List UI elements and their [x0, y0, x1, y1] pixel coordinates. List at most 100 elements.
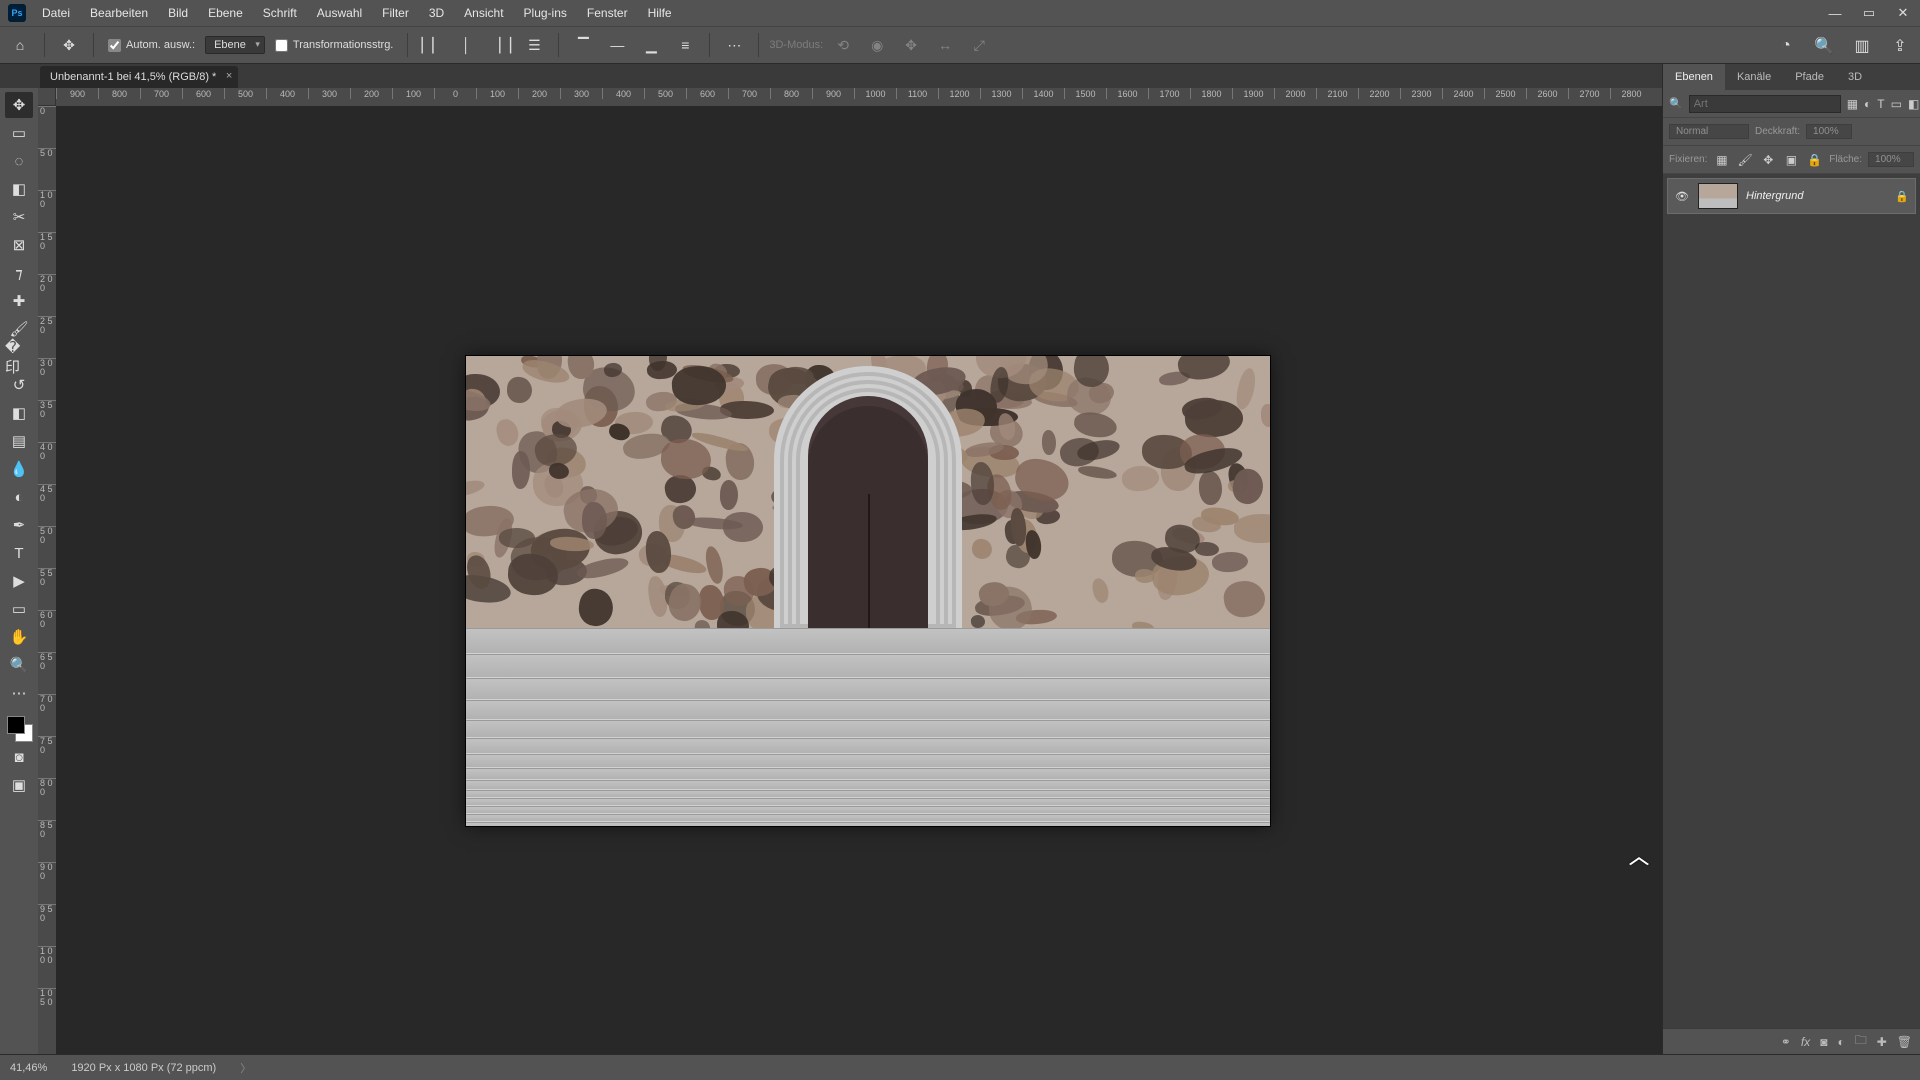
lock-transparent-icon[interactable]: ▦	[1713, 150, 1730, 170]
menu-plugins[interactable]: Plug-ins	[514, 0, 577, 26]
hand-tool[interactable]: ✋	[5, 624, 33, 650]
layer-style-icon[interactable]: fx	[1801, 1035, 1810, 1049]
fill-value[interactable]: 100%	[1868, 152, 1914, 167]
lock-position-icon[interactable]: ✥	[1760, 150, 1777, 170]
screen-mode-icon[interactable]: ▣	[5, 772, 33, 798]
horizontal-ruler[interactable]: 9008007006005004003002001000100200300400…	[56, 88, 1662, 106]
tab-kanaele[interactable]: Kanäle	[1725, 64, 1783, 90]
layer-list[interactable]: 👁 Hintergrund 🔒	[1663, 174, 1920, 1028]
type-tool[interactable]: T	[5, 540, 33, 566]
add-mask-icon[interactable]: ◙	[1820, 1035, 1827, 1049]
menu-ansicht[interactable]: Ansicht	[454, 0, 513, 26]
gradient-tool[interactable]: ▤	[5, 428, 33, 454]
align-bottom-icon[interactable]: ▁	[637, 31, 665, 59]
rectangle-shape-tool[interactable]: ▭	[5, 596, 33, 622]
transform-controls-checkbox[interactable]: Transformationsstrg.	[271, 39, 397, 52]
color-swatch[interactable]	[5, 714, 33, 742]
menu-fenster[interactable]: Fenster	[577, 0, 638, 26]
opacity-value[interactable]: 100%	[1806, 124, 1852, 139]
zoom-level[interactable]: 41,46%	[10, 1062, 47, 1074]
lock-icon[interactable]: 🔒	[1895, 190, 1909, 203]
rectangular-marquee-tool[interactable]: ▭	[5, 120, 33, 146]
window-maximize-button[interactable]: ▭	[1852, 0, 1886, 26]
layer-visibility-icon[interactable]: 👁	[1674, 190, 1690, 203]
transform-controls-input[interactable]	[275, 39, 288, 52]
eraser-tool[interactable]: ◧	[5, 400, 33, 426]
layer-row[interactable]: 👁 Hintergrund 🔒	[1667, 178, 1916, 214]
auto-select-checkbox[interactable]: Autom. ausw.:	[104, 39, 199, 52]
layer-thumbnail[interactable]	[1698, 183, 1738, 209]
foreground-color-swatch[interactable]	[7, 716, 25, 734]
window-close-button[interactable]: ✕	[1886, 0, 1920, 26]
lock-artboard-icon[interactable]: ▣	[1783, 150, 1800, 170]
object-selection-tool[interactable]: ◧	[5, 176, 33, 202]
menu-filter[interactable]: Filter	[372, 0, 419, 26]
lasso-tool[interactable]: ◌	[5, 148, 33, 174]
align-center-h-icon[interactable]: │	[452, 31, 480, 59]
pen-tool[interactable]: ✒	[5, 512, 33, 538]
blend-mode-select[interactable]: Normal	[1669, 124, 1749, 139]
path-selection-tool[interactable]: ▶	[5, 568, 33, 594]
healing-brush-tool[interactable]: ✚	[5, 288, 33, 314]
distribute-h-icon[interactable]: ☰	[520, 31, 548, 59]
filter-type-icon[interactable]: T	[1877, 94, 1884, 114]
tab-pfade[interactable]: Pfade	[1783, 64, 1836, 90]
history-brush-tool[interactable]: ↺	[5, 372, 33, 398]
workspace-icon[interactable]: ▥	[1848, 32, 1876, 60]
menu-auswahl[interactable]: Auswahl	[307, 0, 372, 26]
distribute-v-icon[interactable]: ≡	[671, 31, 699, 59]
dodge-tool[interactable]: ◐	[5, 484, 33, 510]
clone-stamp-tool[interactable]: �印	[5, 344, 33, 370]
document-tab[interactable]: Unbenannt-1 bei 41,5% (RGB/8) * ×	[40, 66, 238, 88]
menu-3d[interactable]: 3D	[419, 0, 454, 26]
filter-pixel-icon[interactable]: ▦	[1847, 94, 1858, 114]
close-icon[interactable]: ×	[226, 70, 232, 82]
eyedropper-tool[interactable]: ⁊	[5, 260, 33, 286]
auto-select-input[interactable]	[108, 39, 121, 52]
filter-shape-icon[interactable]: ▭	[1891, 94, 1902, 114]
new-adjustment-icon[interactable]: ◐	[1837, 1035, 1844, 1049]
document-info[interactable]: 1920 Px x 1080 Px (72 ppcm)	[71, 1062, 216, 1074]
tab-3d[interactable]: 3D	[1836, 64, 1874, 90]
align-right-icon[interactable]: ▕▕	[486, 31, 514, 59]
blur-tool[interactable]: 💧	[5, 456, 33, 482]
align-center-v-icon[interactable]: ―	[603, 31, 631, 59]
search-icon[interactable]: 🔍	[1810, 32, 1838, 60]
zoom-tool[interactable]: 🔍	[5, 652, 33, 678]
more-options-icon[interactable]: ⋯	[720, 31, 748, 59]
new-layer-icon[interactable]: ✚	[1877, 1035, 1887, 1049]
edit-toolbar-icon[interactable]: ⋯	[5, 680, 33, 706]
crop-tool[interactable]: ✂	[5, 204, 33, 230]
move-tool-indicator-icon[interactable]: ✥	[55, 31, 83, 59]
menu-schrift[interactable]: Schrift	[253, 0, 307, 26]
new-group-icon[interactable]: 🗀	[1855, 1031, 1867, 1052]
quick-mask-icon[interactable]: ◙	[5, 744, 33, 770]
home-icon[interactable]: ⌂	[6, 31, 34, 59]
move-tool[interactable]: ✥	[5, 92, 33, 118]
filter-smart-icon[interactable]: ◧	[1908, 94, 1919, 114]
menu-datei[interactable]: Datei	[32, 0, 80, 26]
layer-name[interactable]: Hintergrund	[1746, 190, 1887, 202]
window-minimize-button[interactable]: —	[1818, 0, 1852, 26]
menu-hilfe[interactable]: Hilfe	[638, 0, 682, 26]
canvas-viewport[interactable]	[56, 106, 1662, 1054]
menu-ebene[interactable]: Ebene	[198, 0, 253, 26]
lock-pixels-icon[interactable]: 🖌	[1737, 150, 1754, 170]
canvas[interactable]	[466, 356, 1270, 826]
layer-filter-input[interactable]	[1689, 95, 1841, 113]
vertical-ruler[interactable]: 05 01 0 01 5 02 0 02 5 03 0 03 5 04 0 04…	[38, 106, 56, 1054]
status-info-menu-icon[interactable]: 〉	[240, 1060, 251, 1076]
lock-all-icon[interactable]: 🔒	[1806, 150, 1823, 170]
frame-tool[interactable]: ⊠	[5, 232, 33, 258]
delete-layer-icon[interactable]: 🗑	[1897, 1035, 1912, 1049]
cloud-docs-icon[interactable]: ◔	[1772, 32, 1800, 60]
align-top-icon[interactable]: ▔	[569, 31, 597, 59]
share-icon[interactable]: ⇪	[1886, 32, 1914, 60]
auto-select-target-select[interactable]: Ebene	[205, 36, 265, 54]
ruler-origin[interactable]	[38, 88, 56, 106]
menu-bild[interactable]: Bild	[158, 0, 198, 26]
align-left-icon[interactable]: ▏▏	[418, 31, 446, 59]
link-layers-icon[interactable]: ⚭	[1781, 1035, 1791, 1049]
filter-adjust-icon[interactable]: ◐	[1864, 94, 1871, 114]
tab-ebenen[interactable]: Ebenen	[1663, 64, 1725, 90]
